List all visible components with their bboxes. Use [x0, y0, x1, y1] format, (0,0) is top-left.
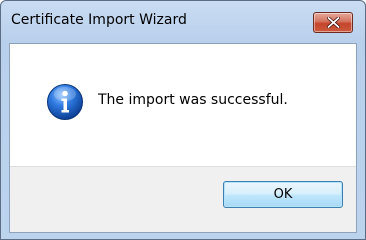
dialog-body: The import was successful. OK	[9, 43, 357, 233]
dialog-window: Certificate Import Wizard The import was…	[0, 0, 366, 240]
close-button[interactable]	[313, 12, 353, 33]
button-area: OK	[10, 166, 356, 232]
message-area: The import was successful.	[10, 44, 356, 166]
message-text: The import was successful.	[98, 92, 288, 108]
window-title: Certificate Import Wizard	[11, 12, 187, 28]
title-bar[interactable]: Certificate Import Wizard	[1, 1, 365, 41]
information-icon	[47, 84, 83, 120]
ok-button[interactable]: OK	[223, 181, 343, 208]
close-icon	[327, 17, 340, 28]
